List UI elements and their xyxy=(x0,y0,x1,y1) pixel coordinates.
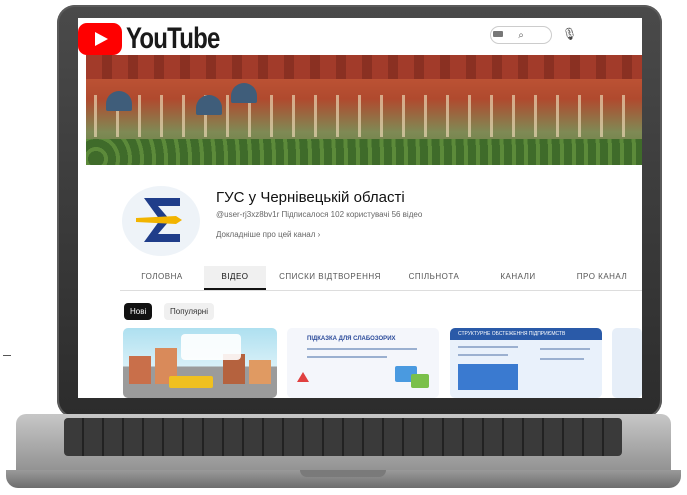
banner-windows xyxy=(86,95,642,137)
tab-about[interactable]: ПРО КАНАЛ xyxy=(562,266,642,290)
channel-banner xyxy=(86,55,642,165)
thumb-line xyxy=(458,346,518,348)
thumb-line xyxy=(307,356,387,358)
thumb-line xyxy=(540,358,584,360)
channel-about-link[interactable]: Докладніше про цей канал › xyxy=(216,230,320,239)
youtube-play-icon xyxy=(78,23,122,55)
warning-icon xyxy=(297,372,309,382)
tab-community[interactable]: СПІЛЬНОТА xyxy=(394,266,474,290)
thumb-screenshot xyxy=(458,364,518,390)
thumb-title: ПІДКАЗКА ДЛЯ СЛАБОЗОРИХ xyxy=(307,336,396,342)
youtube-logo[interactable]: YouTube xyxy=(78,22,243,56)
youtube-wordmark: YouTube xyxy=(126,22,220,55)
thumb-speech-bubble xyxy=(181,334,241,360)
video-thumbnail[interactable]: СТРУКТУРНЕ ОБСТЕЖЕННЯ ПІДПРИЄМСТВ xyxy=(450,328,602,398)
banner-roof xyxy=(86,55,642,79)
thumb-card xyxy=(411,374,429,388)
search-icon: ⌕ xyxy=(518,29,524,41)
mic-icon[interactable]: 🎙 xyxy=(562,27,577,41)
tab-channels[interactable]: КАНАЛИ xyxy=(474,266,562,290)
laptop-notch xyxy=(300,470,386,477)
keyboard-icon[interactable] xyxy=(493,31,503,37)
channel-title: ГУС у Чернівецькій області xyxy=(216,189,405,206)
tab-home[interactable]: ГОЛОВНА xyxy=(120,266,204,290)
thumb-building xyxy=(129,356,151,384)
thumb-bus xyxy=(169,376,213,388)
channel-avatar[interactable] xyxy=(122,186,200,256)
side-dash xyxy=(3,355,11,356)
channel-meta: @user-rj3xz8bv1r Підписалося 102 користу… xyxy=(216,210,423,219)
thumb-building xyxy=(249,360,271,384)
video-thumbnail[interactable]: ПІДКАЗКА ДЛЯ СЛАБОЗОРИХ xyxy=(287,328,439,398)
sigma-logo-icon xyxy=(136,198,182,242)
thumb-line xyxy=(307,348,417,350)
thumb-line xyxy=(458,354,508,356)
laptop-keyboard xyxy=(64,418,622,456)
video-thumbnail[interactable] xyxy=(612,328,642,398)
thumb-line xyxy=(540,348,590,350)
tab-videos[interactable]: ВІДЕО xyxy=(204,266,266,290)
filter-new[interactable]: Нові xyxy=(124,303,153,320)
tab-playlists[interactable]: СПИСКИ ВІДТВОРЕННЯ xyxy=(266,266,394,290)
banner-dome xyxy=(106,91,132,111)
banner-dome xyxy=(196,95,222,115)
banner-trees xyxy=(86,139,642,165)
video-thumbnail[interactable] xyxy=(123,328,277,398)
channel-tabs: ГОЛОВНА ВІДЕО СПИСКИ ВІДТВОРЕННЯ СПІЛЬНО… xyxy=(120,266,642,291)
banner-dome xyxy=(231,83,257,103)
filter-popular[interactable]: Популярні xyxy=(164,303,214,320)
thumb-title: СТРУКТУРНЕ ОБСТЕЖЕННЯ ПІДПРИЄМСТВ xyxy=(458,331,566,337)
